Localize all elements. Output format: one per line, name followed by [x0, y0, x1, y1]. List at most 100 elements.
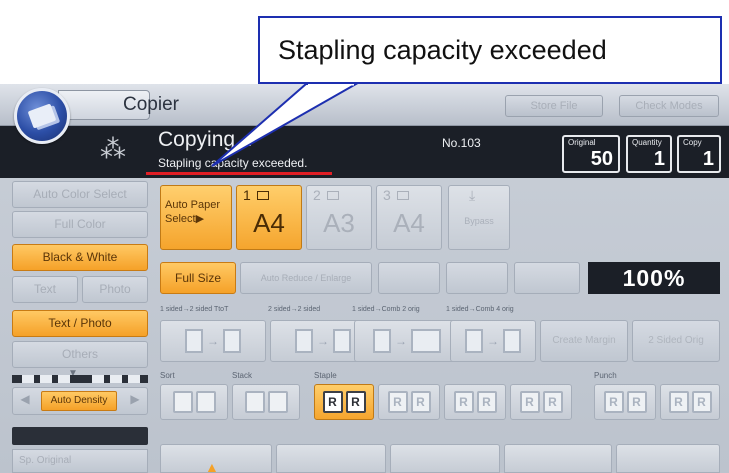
copy-value: 1 — [702, 148, 714, 170]
tab-indicator-icon: ▲ — [205, 459, 219, 473]
stack-icon — [244, 391, 265, 413]
density-step — [40, 375, 52, 383]
tray-icon — [397, 191, 409, 200]
bottom-tab-5[interactable] — [616, 444, 720, 473]
quantity-counter: Quantity 1 — [626, 135, 672, 173]
staple-icon: R — [453, 391, 474, 413]
quantity-label: Quantity — [632, 138, 662, 147]
zoom-adjust-button[interactable] — [514, 262, 580, 294]
page-icon — [185, 329, 203, 353]
comb-4-button[interactable]: → — [450, 320, 536, 362]
page-icon — [373, 329, 391, 353]
sort-label: Sort — [160, 371, 175, 380]
staple-option-button[interactable]: RR — [378, 384, 440, 420]
text-photo-button[interactable]: Text / Photo — [12, 310, 148, 337]
bypass-icon: ⤓ — [469, 187, 476, 203]
bottom-tab-2[interactable] — [276, 444, 386, 473]
density-step — [58, 375, 70, 383]
full-size-button[interactable]: Full Size — [160, 262, 236, 294]
photo-button[interactable]: Photo — [82, 276, 148, 303]
arrow-right-icon: → — [207, 334, 219, 348]
density-step — [92, 375, 104, 383]
sort-button[interactable] — [160, 384, 228, 420]
stack-button[interactable] — [232, 384, 300, 420]
copy-counter: Copy 1 — [677, 135, 721, 173]
reduce-preset-button[interactable] — [378, 262, 440, 294]
density-lighter-icon[interactable]: ◀ — [17, 392, 33, 410]
density-step — [22, 375, 34, 383]
tray-icon — [327, 191, 339, 200]
page-icon — [295, 329, 313, 353]
original-counter: Original 50 — [562, 135, 620, 173]
staple-icon: R — [410, 391, 431, 413]
auto-reduce-enlarge-button[interactable]: Auto Reduce / Enlarge — [240, 262, 372, 294]
auto-density-button[interactable]: Auto Density — [41, 391, 117, 411]
page-icon — [333, 329, 351, 353]
staple-option-button[interactable]: RR — [510, 384, 572, 420]
duplex-label-2: 2 sided→2 sided — [268, 306, 321, 313]
zoom-display: 100% — [588, 262, 720, 294]
punch-icon: R — [603, 391, 624, 413]
two-sided-orig-button[interactable]: 2 Sided Orig — [632, 320, 720, 362]
copy-label: Copy — [683, 138, 702, 147]
tray-size: A4 — [253, 208, 285, 238]
punch-option-button[interactable]: RR — [660, 384, 720, 420]
bypass-tray-button[interactable]: ⤓ Bypass — [448, 185, 510, 250]
tray-number: 2 — [313, 187, 321, 203]
tray-size: A4 — [393, 208, 425, 238]
copier-logo-icon — [14, 88, 70, 144]
full-color-button[interactable]: Full Color — [12, 211, 148, 238]
staple-icon: R — [519, 391, 540, 413]
job-status-icon: ⁂ — [100, 134, 126, 164]
punch-label: Punch — [594, 371, 617, 380]
tray-3-button[interactable]: 3 A4 — [376, 185, 442, 250]
bypass-label: Bypass — [464, 216, 494, 226]
staple-label: Staple — [314, 371, 337, 380]
quantity-value: 1 — [653, 148, 665, 170]
job-number: No.103 — [442, 136, 481, 150]
sort-icon — [195, 391, 216, 413]
comb-2-button[interactable]: → — [354, 320, 460, 362]
black-white-button[interactable]: Black & White — [12, 244, 148, 271]
store-file-button[interactable]: Store File — [505, 95, 603, 117]
check-modes-button[interactable]: Check Modes — [619, 95, 719, 117]
callout-text: Stapling capacity exceeded — [278, 34, 607, 65]
status-title: Copying... — [158, 128, 253, 151]
arrow-right-icon: → — [487, 334, 499, 348]
bottom-tab-3[interactable] — [390, 444, 500, 473]
duplex-1-to-2-button[interactable]: → — [160, 320, 266, 362]
error-underline — [146, 172, 332, 175]
bottom-tab-4[interactable] — [504, 444, 612, 473]
staple-top-left-button[interactable]: RR — [314, 384, 374, 420]
others-button[interactable]: Others — [12, 341, 148, 368]
density-darker-icon[interactable]: ▶ — [127, 392, 143, 410]
density-step — [128, 375, 140, 383]
tray-icon — [257, 191, 269, 200]
auto-color-select-button[interactable]: Auto Color Select — [12, 181, 148, 208]
top-bar: Copier Store File Check Modes — [0, 84, 729, 126]
staple-icon: R — [387, 391, 408, 413]
status-bar: ⁂ Copying... Stapling capacity exceeded.… — [0, 126, 729, 178]
enlarge-preset-button[interactable] — [446, 262, 508, 294]
page-icon — [411, 329, 441, 353]
tray-1-button[interactable]: 1 A4 — [236, 185, 302, 250]
staple-option-button[interactable]: RR — [444, 384, 506, 420]
staple-icon: R — [542, 391, 563, 413]
original-label: Original — [568, 138, 596, 147]
text-button[interactable]: Text — [12, 276, 78, 303]
density-scale — [12, 375, 148, 383]
auto-paper-select-button[interactable]: Auto Paper Select▶ — [160, 185, 232, 250]
copier-tab[interactable]: Copier — [58, 90, 179, 120]
page-icon — [223, 329, 241, 353]
status-message: Stapling capacity exceeded. — [158, 156, 308, 170]
special-original-button[interactable]: Sp. Original — [12, 449, 148, 473]
punch-icon: R — [626, 391, 647, 413]
punch-option-button[interactable]: RR — [594, 384, 656, 420]
copier-screen: Copier Store File Check Modes ⁂ Copying.… — [0, 84, 729, 473]
tray-2-button[interactable]: 2 A3 — [306, 185, 372, 250]
duplex-label-3: 1 sided→Comb 2 orig — [352, 306, 420, 313]
bottom-left-bar — [12, 427, 148, 445]
stack-icon — [267, 391, 288, 413]
create-margin-button[interactable]: Create Margin — [540, 320, 628, 362]
duplex-label-1: 1 sided→2 sided TtoT — [160, 306, 229, 313]
